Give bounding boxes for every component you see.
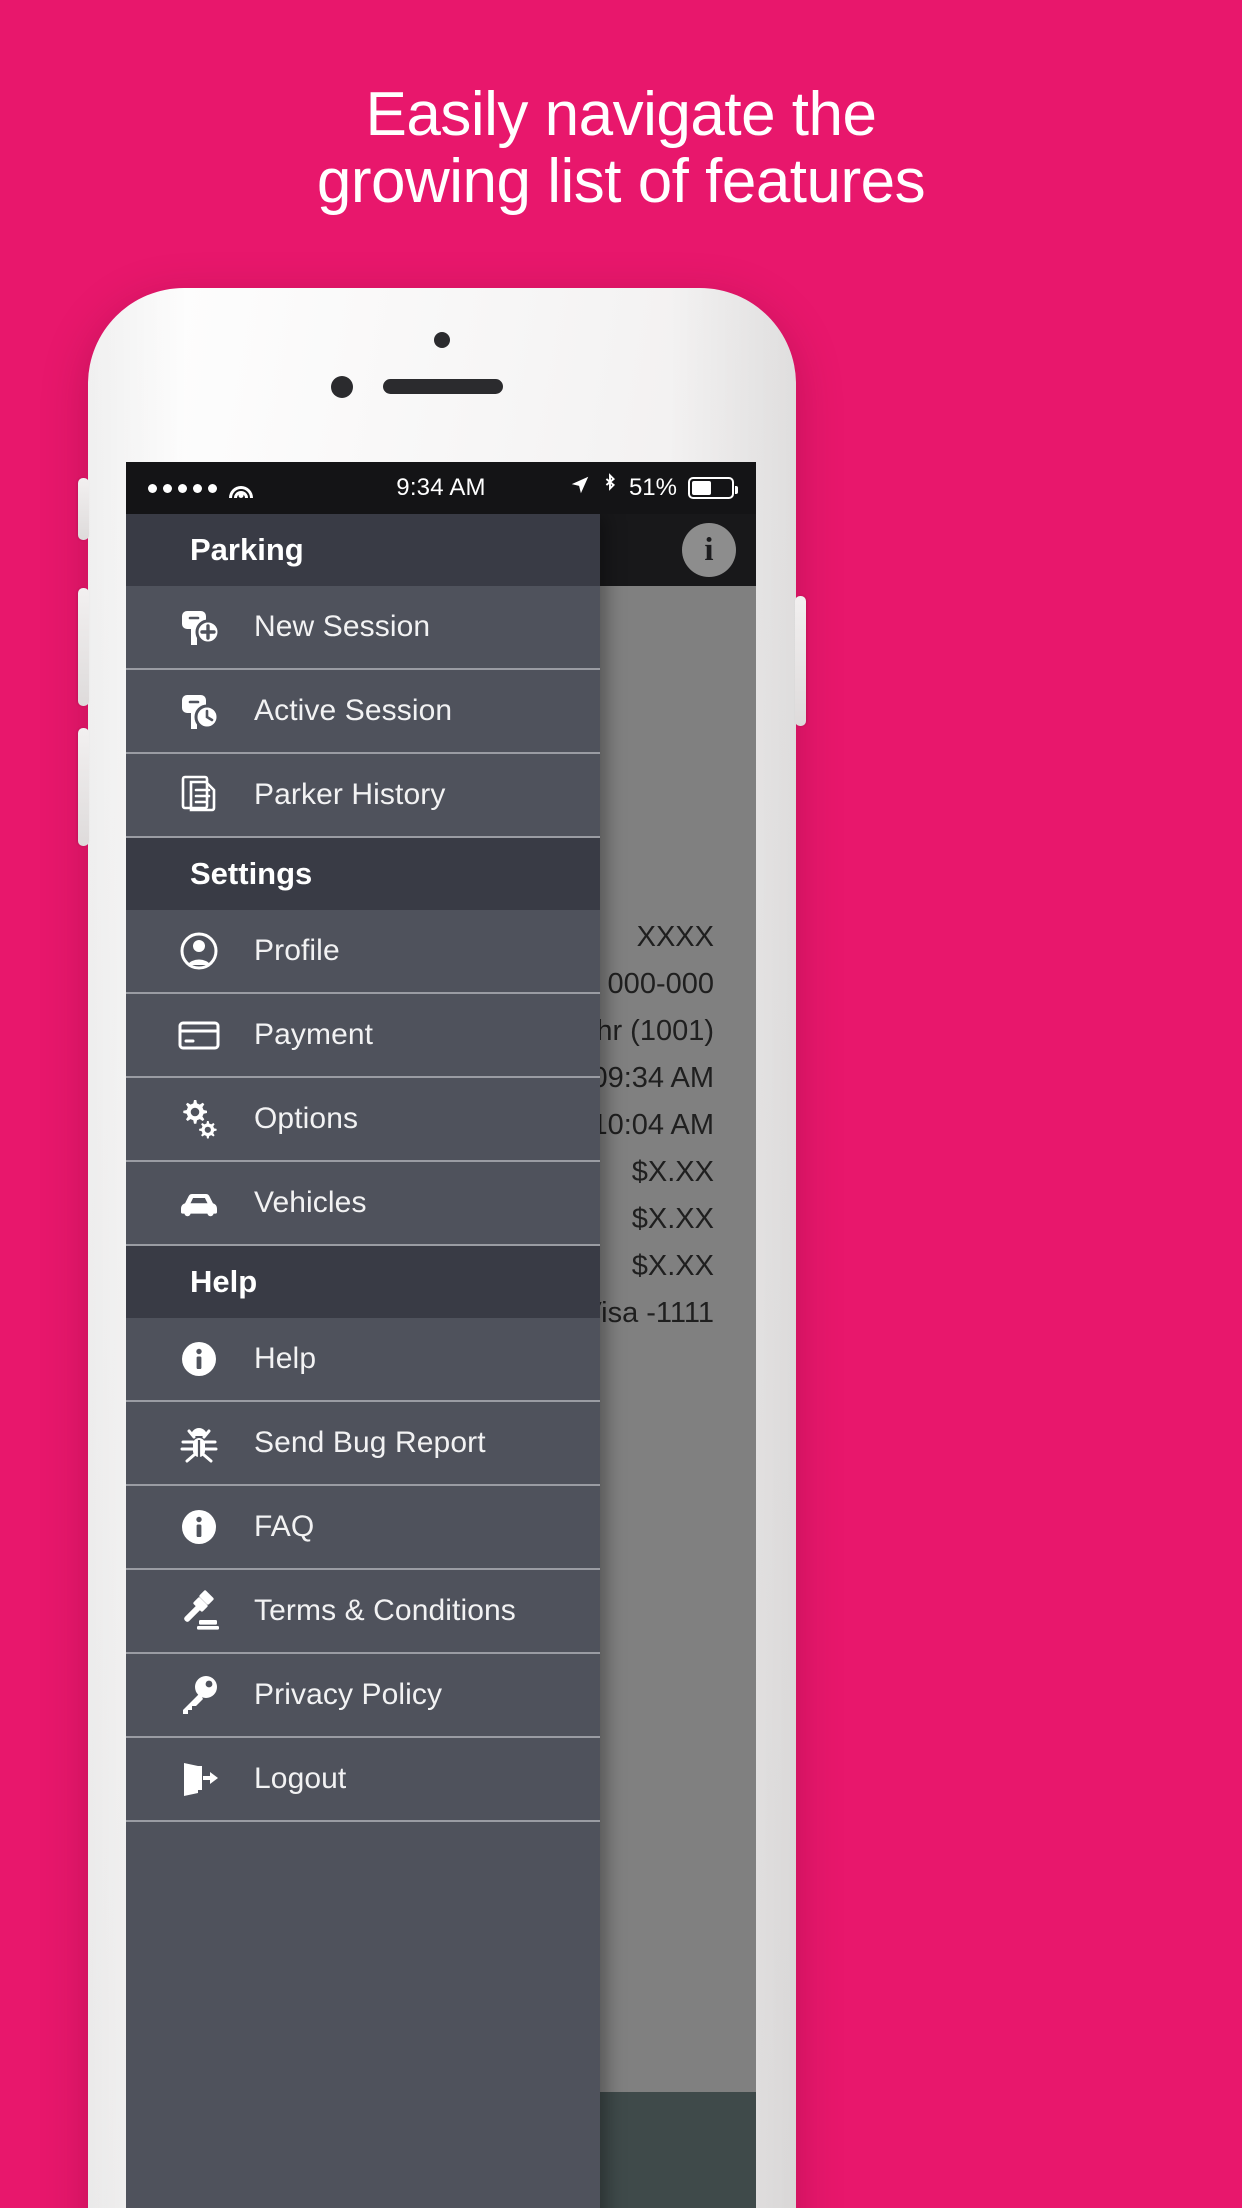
menu-item-label: Parker History — [254, 778, 446, 811]
menu-item-label: New Session — [254, 610, 431, 643]
power-button[interactable] — [795, 596, 806, 726]
menu-item-terms-conditions[interactable]: Terms & Conditions — [126, 1570, 600, 1654]
menu-item-profile[interactable]: Profile — [126, 910, 600, 994]
meter-clock-icon — [170, 682, 228, 740]
logout-icon — [170, 1750, 228, 1808]
drawer-section-header-help: Help — [126, 1246, 600, 1318]
location-arrow-icon — [569, 474, 591, 503]
wifi-icon — [228, 479, 254, 498]
front-camera-icon — [434, 332, 450, 348]
menu-item-new-session[interactable]: New Session — [126, 586, 600, 670]
bluetooth-icon — [602, 472, 618, 504]
menu-item-vehicles[interactable]: Vehicles — [126, 1162, 600, 1246]
meter-plus-icon — [170, 598, 228, 656]
documents-icon — [170, 766, 228, 824]
menu-item-label: Send Bug Report — [254, 1426, 486, 1459]
drawer-section-header-settings: Settings — [126, 838, 600, 910]
gears-icon — [170, 1090, 228, 1148]
silent-switch[interactable] — [78, 478, 89, 540]
menu-item-label: Logout — [254, 1762, 347, 1795]
key-icon — [170, 1666, 228, 1724]
info-circle-icon — [170, 1330, 228, 1388]
status-bar-left — [148, 479, 254, 498]
menu-item-label: Privacy Policy — [254, 1678, 443, 1711]
drawer-section-header-parking: Parking — [126, 514, 600, 586]
battery-icon — [688, 477, 738, 499]
side-menu-drawer: Parking New Session Active Session Parke… — [126, 514, 600, 2208]
credit-card-icon — [170, 1006, 228, 1064]
status-bar: 9:34 AM 51% — [126, 462, 756, 514]
user-circle-icon — [170, 922, 228, 980]
menu-item-logout[interactable]: Logout — [126, 1738, 600, 1822]
menu-item-options[interactable]: Options — [126, 1078, 600, 1162]
battery-percent-label: 51% — [628, 474, 677, 501]
proximity-sensor-icon — [331, 376, 353, 398]
menu-item-label: Payment — [254, 1018, 374, 1051]
gavel-icon — [170, 1582, 228, 1640]
menu-item-privacy-policy[interactable]: Privacy Policy — [126, 1654, 600, 1738]
menu-item-label: Help — [254, 1342, 317, 1375]
phone-screen: 9:34 AM 51% Session i : 37 seco — [126, 462, 756, 2208]
menu-item-label: Options — [254, 1102, 359, 1135]
menu-item-faq[interactable]: FAQ — [126, 1486, 600, 1570]
car-icon — [170, 1174, 228, 1232]
menu-item-label: FAQ — [254, 1510, 315, 1543]
info-icon[interactable]: i — [682, 523, 736, 577]
menu-item-active-session[interactable]: Active Session — [126, 670, 600, 754]
earpiece-speaker — [383, 379, 503, 394]
menu-item-parker-history[interactable]: Parker History — [126, 754, 600, 838]
menu-item-help[interactable]: Help — [126, 1318, 600, 1402]
menu-item-label: Active Session — [254, 694, 453, 727]
page-title: Easily navigate the growing list of feat… — [316, 80, 926, 216]
menu-item-label: Terms & Conditions — [254, 1594, 516, 1627]
volume-down-button[interactable] — [78, 728, 89, 846]
status-bar-right: 51% — [569, 472, 738, 504]
volume-up-button[interactable] — [78, 588, 89, 706]
menu-item-label: Vehicles — [254, 1186, 367, 1219]
signal-strength-dots-icon — [148, 483, 217, 493]
menu-item-label: Profile — [254, 934, 340, 967]
info-circle-icon — [170, 1498, 228, 1556]
menu-item-payment[interactable]: Payment — [126, 994, 600, 1078]
menu-item-send-bug-report[interactable]: Send Bug Report — [126, 1402, 600, 1486]
phone-device: 9:34 AM 51% Session i : 37 seco — [78, 288, 806, 2208]
bug-icon — [170, 1414, 228, 1472]
